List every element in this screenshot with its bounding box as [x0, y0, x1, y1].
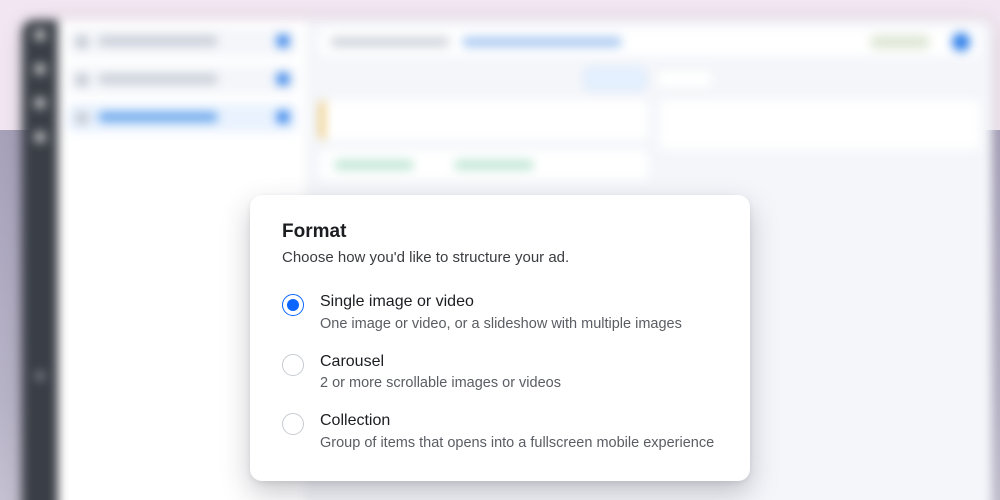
left-rail	[22, 20, 58, 500]
option-desc: 2 or more scrollable images or videos	[320, 374, 561, 393]
format-subtitle: Choose how you'd like to structure your …	[282, 249, 718, 266]
format-option-carousel[interactable]: Carousel 2 or more scrollable images or …	[282, 352, 718, 394]
option-label: Carousel	[320, 352, 561, 373]
format-title: Format	[282, 221, 718, 243]
format-card: Format Choose how you'd like to structur…	[250, 195, 750, 481]
option-desc: One image or video, or a slideshow with …	[320, 315, 682, 334]
option-label: Single image or video	[320, 292, 682, 313]
format-option-collection[interactable]: Collection Group of items that opens int…	[282, 411, 718, 453]
option-label: Collection	[320, 411, 714, 432]
radio-carousel[interactable]	[282, 354, 304, 376]
radio-collection[interactable]	[282, 413, 304, 435]
format-option-single[interactable]: Single image or video One image or video…	[282, 292, 718, 334]
radio-single[interactable]	[282, 294, 304, 316]
option-desc: Group of items that opens into a fullscr…	[320, 434, 714, 453]
